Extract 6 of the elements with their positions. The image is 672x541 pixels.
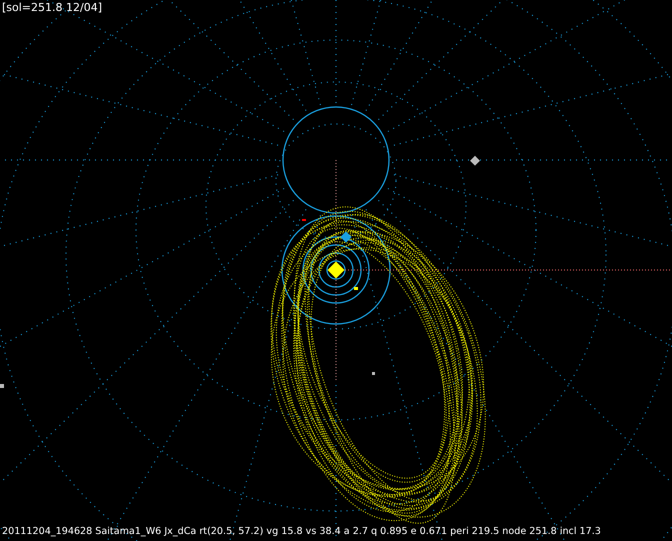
planet-icon [354, 287, 358, 290]
status-label: [sol=251.8 12/04] [1, 0, 104, 16]
earth-icon [340, 231, 352, 243]
orbit-caption: 20111204_194628 Saitama1_W6 Jx_dCa rt(20.5, 57.2) vg 15.8 vs 38.4 a 2.7 q 0.895 e 0.671 peri 219.5 node 251.8 incl 17.3 [1, 525, 602, 539]
sun-icon [328, 262, 344, 278]
star-icon [470, 156, 480, 166]
